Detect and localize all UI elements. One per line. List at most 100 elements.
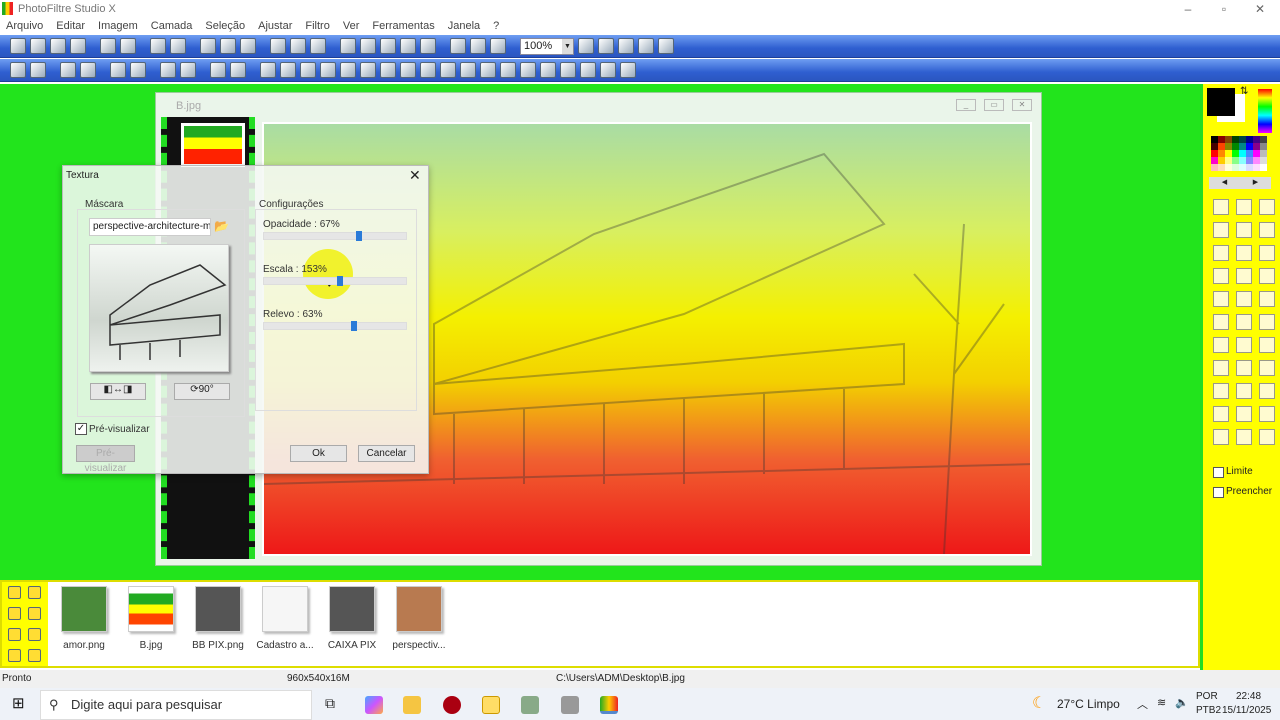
file-explorer-icon[interactable] <box>403 696 421 714</box>
weather-text[interactable]: 27°C Limpo <box>1057 697 1120 711</box>
print-icon[interactable] <box>100 38 116 54</box>
palette-color[interactable] <box>1260 150 1267 157</box>
portrait-icon[interactable] <box>1236 314 1252 330</box>
slider-thumb[interactable] <box>337 276 344 286</box>
palette-color[interactable] <box>1253 136 1260 143</box>
paste-new-icon[interactable] <box>200 38 216 54</box>
palette-color[interactable] <box>1218 136 1225 143</box>
drop-icon[interactable] <box>400 62 416 78</box>
palette-color[interactable] <box>1232 150 1239 157</box>
ok-button[interactable]: Ok <box>290 445 347 462</box>
menu-item[interactable]: Ferramentas <box>372 18 434 34</box>
windows-start-icon[interactable]: ⊞ <box>12 694 25 712</box>
palette-color[interactable] <box>1211 157 1218 164</box>
film-icon[interactable] <box>320 62 336 78</box>
eraser-icon[interactable] <box>1259 245 1275 261</box>
doc-minimize-button[interactable]: _ <box>956 99 976 111</box>
color-icon[interactable] <box>500 62 516 78</box>
film2-icon[interactable] <box>340 62 356 78</box>
palette-color[interactable] <box>1246 150 1253 157</box>
palette-color[interactable] <box>1260 143 1267 150</box>
histogram-icon[interactable] <box>230 62 246 78</box>
palette-color[interactable] <box>1253 157 1260 164</box>
paste-icon[interactable] <box>240 38 256 54</box>
color-spectrum[interactable] <box>1258 89 1272 133</box>
undo-icon[interactable] <box>150 38 166 54</box>
ratio-32-icon[interactable] <box>1259 406 1275 422</box>
menu-item[interactable]: Arquivo <box>6 18 43 34</box>
calendar-icon[interactable] <box>490 38 506 54</box>
transparency-icon[interactable] <box>310 38 326 54</box>
layers-icon[interactable] <box>600 62 616 78</box>
slider-track[interactable] <box>263 276 407 286</box>
clone-icon[interactable] <box>1259 291 1275 307</box>
chevron-down-icon[interactable]: ▼ <box>562 38 573 54</box>
zoom-out-icon[interactable] <box>598 38 614 54</box>
palette-color[interactable] <box>1211 164 1218 171</box>
resize-icon[interactable] <box>420 38 436 54</box>
mirror-icon[interactable] <box>360 38 376 54</box>
menu-item[interactable]: Editar <box>56 18 85 34</box>
palette-color[interactable] <box>1232 136 1239 143</box>
blur-icon[interactable] <box>380 62 396 78</box>
task-view-icon[interactable]: ⧉ <box>325 695 335 712</box>
ellipse-icon[interactable] <box>1236 337 1252 353</box>
gamma-plus-icon[interactable] <box>130 62 146 78</box>
levels-icon[interactable] <box>210 62 226 78</box>
doc-close-button[interactable]: ✕ <box>1012 99 1032 111</box>
menu-item[interactable]: Camada <box>151 18 193 34</box>
explorer-select-icon[interactable] <box>8 628 21 641</box>
palette-color[interactable] <box>1225 164 1232 171</box>
palette-color[interactable] <box>1239 136 1246 143</box>
close-button[interactable]: ✕ <box>1242 0 1278 18</box>
auto-contrast-icon[interactable] <box>300 62 316 78</box>
rows-icon[interactable] <box>580 62 596 78</box>
actual-size-icon[interactable] <box>638 38 654 54</box>
new-file-icon[interactable] <box>10 38 26 54</box>
fill-checkbox[interactable] <box>1213 487 1224 498</box>
palette-color[interactable] <box>1225 157 1232 164</box>
lang-1[interactable]: POR <box>1196 691 1218 702</box>
open-folder-icon[interactable]: 📂 <box>214 219 229 233</box>
wifi-icon[interactable]: ≋ <box>1157 696 1166 709</box>
palette-color[interactable] <box>1253 164 1260 171</box>
palette-scroll[interactable]: ◀ ▶ <box>1209 177 1271 189</box>
explorer-tree-icon[interactable] <box>8 586 21 599</box>
menu-item[interactable]: Imagem <box>98 18 138 34</box>
film3-icon[interactable] <box>360 62 376 78</box>
palette-color[interactable] <box>1225 136 1232 143</box>
scan-icon[interactable] <box>70 38 86 54</box>
play-arrow-icon[interactable] <box>28 649 41 662</box>
smudge-icon[interactable] <box>1236 291 1252 307</box>
invert-mask-button[interactable]: ◧↔◨ <box>90 383 146 400</box>
volume-icon[interactable]: 🔈 <box>1175 696 1189 709</box>
palette-color[interactable] <box>1246 164 1253 171</box>
contrast-minus-icon[interactable] <box>60 62 76 78</box>
explorer-save-icon[interactable] <box>28 586 41 599</box>
rotate-mask-button[interactable]: ⟳90° <box>174 383 230 400</box>
slider-thumb[interactable] <box>350 321 357 331</box>
palette-color[interactable] <box>1225 150 1232 157</box>
lasso-icon[interactable] <box>1213 383 1229 399</box>
layer-icon[interactable] <box>450 38 466 54</box>
advanced-brush-icon[interactable] <box>1236 268 1252 284</box>
palette-color[interactable] <box>1218 150 1225 157</box>
slider-track[interactable] <box>263 231 407 241</box>
save-icon[interactable] <box>50 38 66 54</box>
palette-color[interactable] <box>1225 143 1232 150</box>
filmstrip-thumbnail[interactable] <box>181 123 245 167</box>
swap-colors-icon[interactable]: ⇅ <box>1240 86 1248 97</box>
menu-item[interactable]: Filtro <box>305 18 329 34</box>
vertical-select-icon[interactable] <box>1213 429 1229 445</box>
pattern-icon[interactable] <box>1213 314 1229 330</box>
thumbnail-item[interactable]: B.jpg <box>121 586 181 651</box>
ratio-43-icon[interactable] <box>1236 406 1252 422</box>
app-green-icon[interactable] <box>521 696 539 714</box>
flip-icon[interactable] <box>340 38 356 54</box>
copilot-icon[interactable] <box>365 696 383 714</box>
magic-wand-icon[interactable] <box>1236 222 1252 238</box>
triangle-icon[interactable] <box>1236 360 1252 376</box>
palette-color[interactable] <box>1211 150 1218 157</box>
fullscreen-icon[interactable] <box>658 38 674 54</box>
palette-color[interactable] <box>1260 157 1267 164</box>
